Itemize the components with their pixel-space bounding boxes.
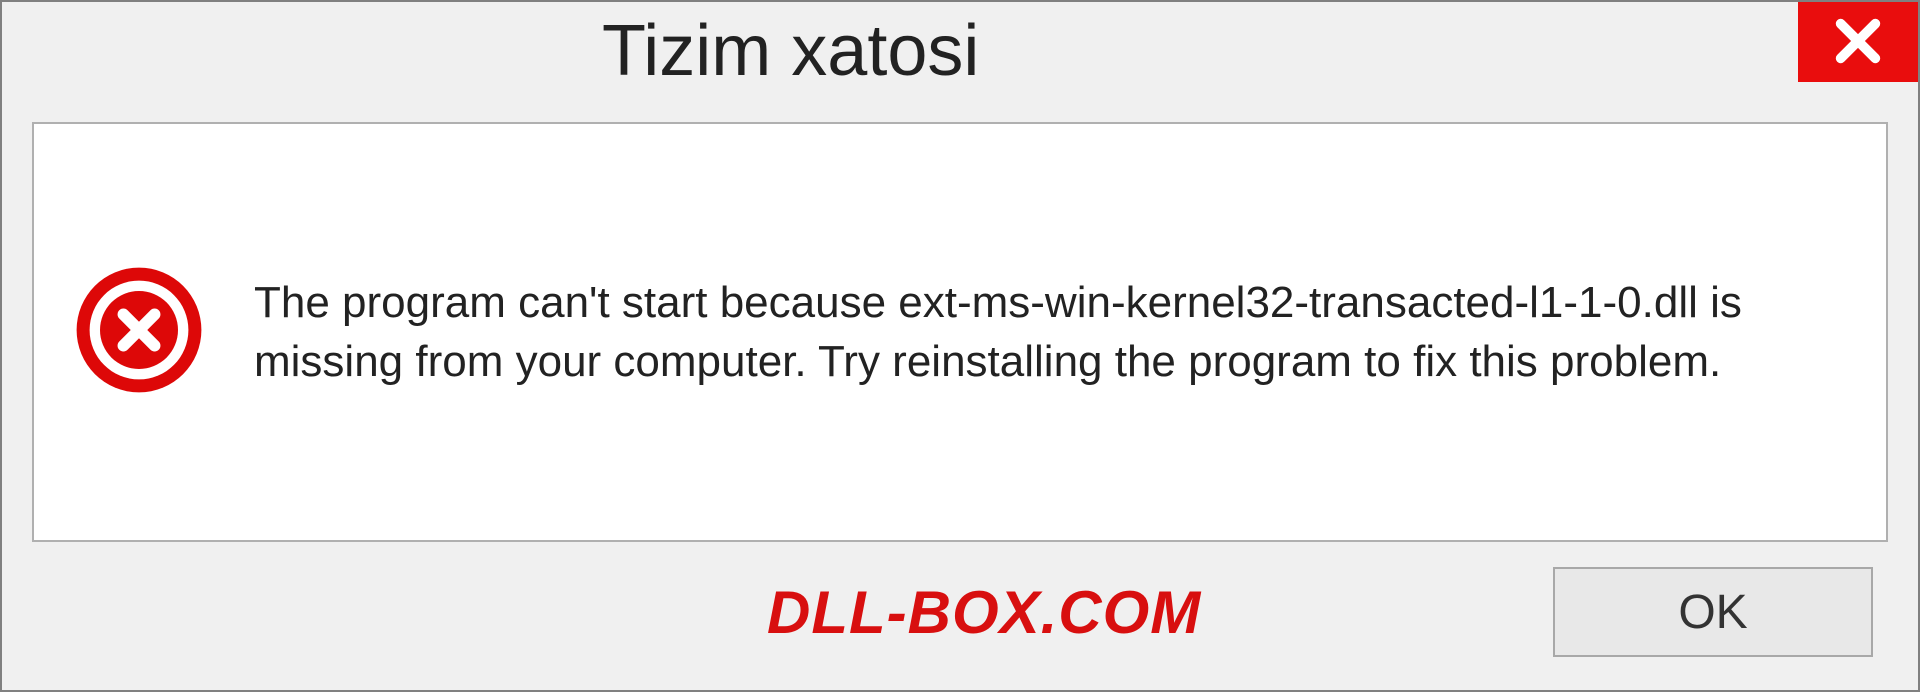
titlebar: Tizim xatosi [2, 2, 1918, 112]
error-message: The program can't start because ext-ms-w… [254, 273, 1846, 392]
ok-button[interactable]: OK [1553, 567, 1873, 657]
close-icon [1832, 15, 1884, 70]
error-icon [74, 265, 204, 400]
watermark-text: DLL-BOX.COM [767, 578, 1201, 647]
content-panel: The program can't start because ext-ms-w… [32, 122, 1888, 542]
close-button[interactable] [1798, 2, 1918, 82]
dialog-title: Tizim xatosi [602, 2, 979, 92]
dialog-footer: DLL-BOX.COM OK [2, 542, 1918, 657]
